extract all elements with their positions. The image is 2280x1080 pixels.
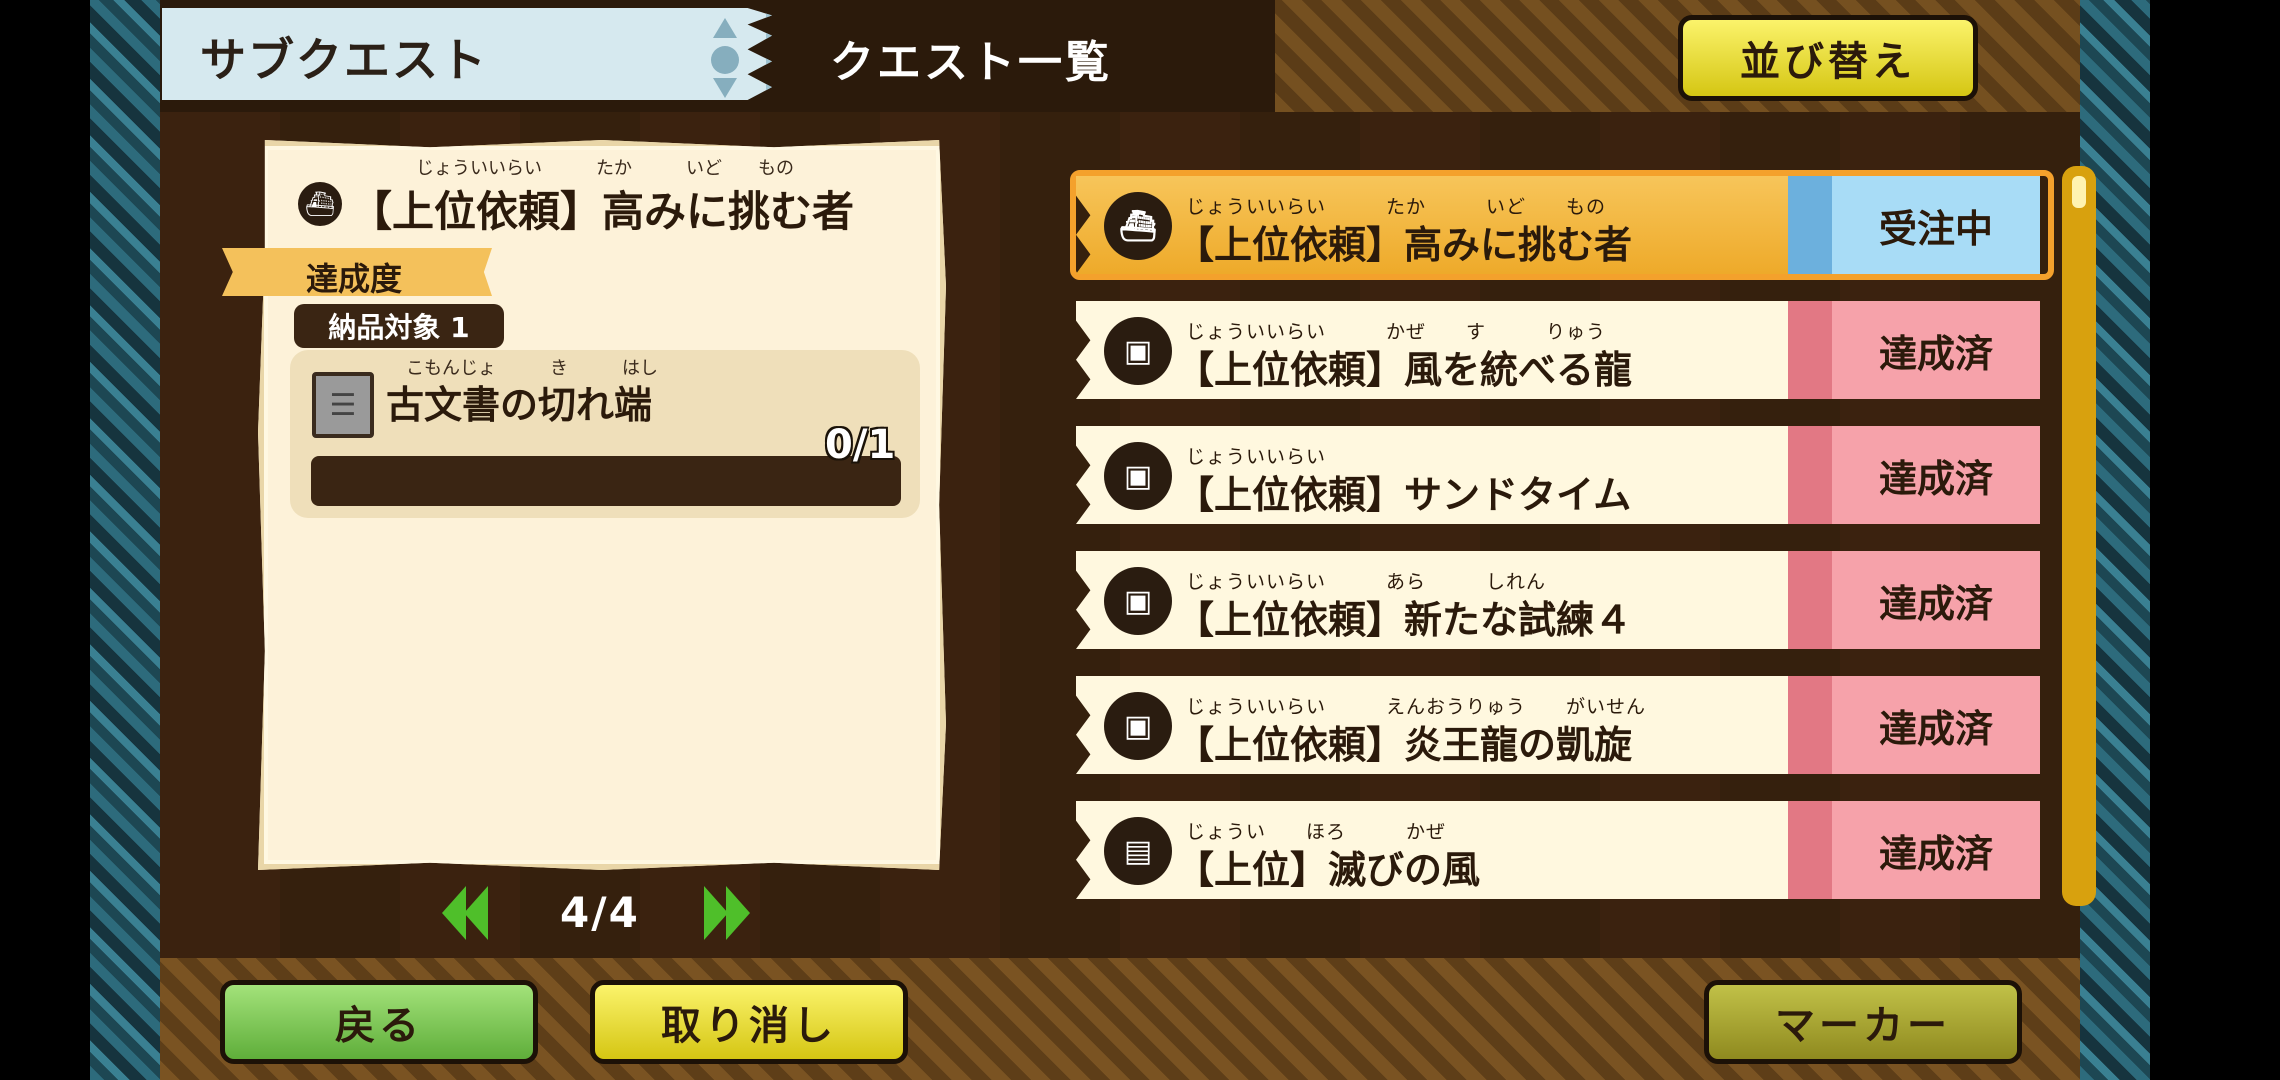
next-page-button[interactable] xyxy=(702,886,752,940)
category-tab-label: サブクエスト xyxy=(200,33,488,87)
quest-name: 【上位依頼】風を統べる龍 xyxy=(1176,348,1633,392)
screen: サブクエスト クエスト一覧 並び替え ⛴ じょういいらい たか いど もの 【上… xyxy=(0,0,2280,1080)
quest-name: 【上位】滅びの風 xyxy=(1176,848,1481,892)
scroll-icon: ▣ xyxy=(1104,567,1172,635)
page-icon: ▤ xyxy=(1104,817,1172,885)
quest-row[interactable]: ⛴ じょういいらい たか いど もの 【上位依頼】高みに挑む者 受注中 xyxy=(1070,170,2054,280)
arrow-up-icon xyxy=(713,18,737,38)
quest-list: ⛴ じょういいらい たか いど もの 【上位依頼】高みに挑む者 受注中 ▣ じょういいらい… xyxy=(1070,170,2054,899)
quest-status: 達成済 xyxy=(1788,426,2040,524)
quest-row[interactable]: ▣ じょういいらい かぜ す りゅう 【上位依頼】風を統べる龍 達成済 xyxy=(1076,301,2048,399)
quest-name: 【上位依頼】炎王龍の凱旋 xyxy=(1176,723,1633,767)
delivery-target-tag: 納品対象 1 xyxy=(294,304,504,348)
tab-switch-arrows[interactable] xyxy=(705,12,745,98)
previous-page-button[interactable] xyxy=(442,886,492,940)
scrollbar-thumb[interactable] xyxy=(2072,176,2086,208)
detail-title-ruby: じょういいらい たか いど もの xyxy=(416,158,794,179)
double-right-chevron-icon-part xyxy=(726,886,750,940)
item-name: 古文書の切れ端 xyxy=(386,383,653,427)
quest-name: 【上位依頼】サンドタイム xyxy=(1176,473,1632,517)
item-progress-bar xyxy=(311,456,901,506)
detail-title: 【上位依頼】高みに挑む者 xyxy=(350,187,855,236)
cancel-quest-button[interactable]: 取り消し xyxy=(590,980,908,1064)
game-frame: サブクエスト クエスト一覧 並び替え ⛴ じょういいらい たか いど もの 【上… xyxy=(90,0,2150,1080)
item-count: 0/1 xyxy=(825,422,896,468)
quest-status: 達成済 xyxy=(1788,801,2040,899)
quest-row[interactable]: ▣ じょういいらい えんおうりゅう がいせん 【上位依頼】炎王龍の凱旋 達成済 xyxy=(1076,676,2048,774)
scroll-icon: ▣ xyxy=(1104,442,1172,510)
ship-icon: ⛴ xyxy=(1104,192,1172,260)
quest-status: 達成済 xyxy=(1788,676,2040,774)
scroll-icon: ▣ xyxy=(1104,692,1172,760)
ship-icon: ⛴ xyxy=(298,182,342,226)
scrollbar-track[interactable] xyxy=(2062,166,2096,906)
page-indicator: 4/4 xyxy=(560,888,640,937)
double-left-chevron-icon-part xyxy=(464,886,488,940)
back-button[interactable]: 戻る xyxy=(220,980,538,1064)
progress-label: 達成度 xyxy=(306,260,403,298)
marker-button[interactable]: マーカー xyxy=(1704,980,2022,1064)
dot-icon xyxy=(711,46,739,74)
sort-button[interactable]: 並び替え xyxy=(1678,15,1978,101)
quest-row[interactable]: ▣ じょういいらい あら しれん 【上位依頼】新たな試練４ 達成済 xyxy=(1076,551,2048,649)
quest-status: 達成済 xyxy=(1788,551,2040,649)
double-right-chevron-icon xyxy=(704,886,728,940)
quest-status: 受注中 xyxy=(1788,176,2040,274)
scroll-icon: ▣ xyxy=(1104,317,1172,385)
quest-row[interactable]: ▤ じょうい ほろ かぜ 【上位】滅びの風 達成済 xyxy=(1076,801,2048,899)
arrow-down-icon xyxy=(713,78,737,98)
quest-row[interactable]: ▣ じょういいらい 【上位依頼】サンドタイム 達成済 xyxy=(1076,426,2048,524)
screen-title: クエスト一覧 xyxy=(830,37,1112,88)
quest-status: 達成済 xyxy=(1788,301,2040,399)
quest-name: 【上位依頼】高みに挑む者 xyxy=(1176,223,1633,267)
double-left-chevron-icon xyxy=(442,886,466,940)
left-border xyxy=(90,0,160,1080)
quest-name: 【上位依頼】新たな試練４ xyxy=(1176,598,1633,642)
ancient-document-icon: ☰ xyxy=(312,372,374,438)
